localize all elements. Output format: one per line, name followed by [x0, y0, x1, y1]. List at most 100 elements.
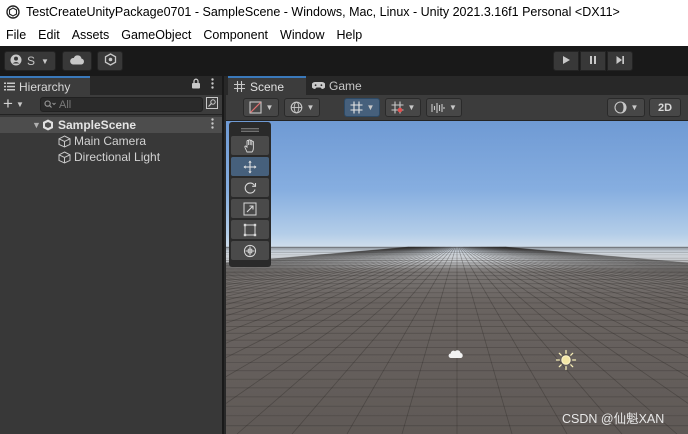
render-options-dropdown[interactable]: ▼	[426, 98, 462, 117]
pause-button[interactable]	[580, 51, 606, 71]
scene-icon	[42, 119, 54, 131]
hand-tool-button[interactable]	[231, 136, 269, 155]
play-button[interactable]	[553, 51, 579, 71]
rotate-icon	[243, 181, 257, 195]
sun-light-icon[interactable]	[555, 349, 577, 374]
hierarchy-search-input[interactable]: All	[40, 97, 203, 112]
grid-snap-dropdown[interactable]: ▼	[344, 98, 380, 117]
main-toolbar: S ▼	[0, 46, 688, 76]
chevron-down-icon: ▼	[366, 103, 375, 112]
increment-snap-dropdown[interactable]: ▼	[385, 98, 421, 117]
watermark-text: CSDN @仙魁XAN	[562, 412, 665, 426]
menu-bar: File Edit Assets GameObject Component Wi…	[0, 24, 688, 46]
search-icon	[44, 100, 56, 109]
tab-scene[interactable]: Scene	[228, 76, 306, 95]
scene-tab-bar: Scene Game	[226, 76, 688, 95]
scene-toolbar: ▼ ▼ ▼ ▼ ▼ ▼ 2D	[226, 95, 688, 121]
menu-assets[interactable]: Assets	[66, 24, 116, 46]
move-arrows-icon	[243, 160, 257, 174]
window-title: TestCreateUnityPackage0701 - SampleScene…	[26, 5, 620, 19]
transform-tool-button[interactable]	[231, 241, 269, 260]
hierarchy-tab-actions	[191, 78, 214, 92]
scale-icon	[243, 202, 257, 216]
audio-levels-icon	[431, 102, 445, 114]
gamepad-icon	[312, 81, 325, 90]
drag-handle-icon[interactable]	[231, 124, 269, 136]
hierarchy-item-main-camera[interactable]: Main Camera	[0, 133, 222, 149]
play-icon	[561, 54, 571, 68]
scene-name: SampleScene	[58, 118, 137, 132]
menu-help[interactable]: Help	[330, 24, 368, 46]
search-filter-icon	[206, 97, 218, 112]
cloud-icon	[69, 54, 85, 68]
hierarchy-tree: ▼ SampleScene Main Camera Directional Li…	[0, 117, 222, 165]
shaded-mode-icon	[248, 101, 262, 114]
globe-icon	[290, 101, 303, 114]
menu-gameobject[interactable]: GameObject	[115, 24, 197, 46]
lock-icon[interactable]	[191, 78, 201, 92]
add-object-button[interactable]: + ▼	[3, 94, 24, 113]
camera-gizmo-icon[interactable]	[448, 348, 464, 363]
lighting-dropdown[interactable]: ▼	[607, 98, 645, 117]
scene-visibility-dropdown[interactable]: ▼	[284, 98, 320, 117]
toggle-2d-button[interactable]: 2D	[649, 98, 681, 117]
step-button[interactable]	[607, 51, 633, 71]
hierarchy-item-label: Main Camera	[74, 134, 147, 148]
chevron-down-icon: ▼	[407, 103, 416, 112]
chevron-down-icon: ▼	[41, 56, 49, 66]
cube-icon	[58, 150, 71, 164]
chevron-down-icon: ▼	[630, 103, 639, 112]
play-controls	[553, 51, 633, 71]
menu-component[interactable]: Component	[197, 24, 274, 46]
rect-tool-button[interactable]	[231, 220, 269, 239]
transform-tool-palette	[229, 122, 271, 267]
rotate-tool-button[interactable]	[231, 178, 269, 197]
search-options-button[interactable]	[205, 97, 219, 112]
menu-edit[interactable]: Edit	[32, 24, 66, 46]
game-tab-label: Game	[329, 78, 362, 93]
hierarchy-panel: Hierarchy + ▼ All ▼ SampleScene Main Cam…	[0, 76, 224, 434]
hierarchy-tab-bar: Hierarchy	[0, 76, 222, 95]
plus-icon: +	[3, 94, 13, 113]
menu-window[interactable]: Window	[274, 24, 330, 46]
cube-icon	[58, 134, 71, 148]
menu-file[interactable]: File	[0, 24, 32, 46]
chevron-down-icon: ▼	[15, 99, 24, 109]
title-bar: TestCreateUnityPackage0701 - SampleScene…	[0, 0, 688, 24]
list-icon	[4, 82, 15, 91]
hierarchy-tab-label: Hierarchy	[19, 79, 71, 94]
grid-icon	[234, 81, 245, 92]
unity-logo-icon	[6, 5, 20, 19]
collab-button[interactable]	[97, 51, 123, 71]
chevron-down-icon: ▼	[265, 103, 274, 112]
pause-icon	[588, 54, 598, 68]
move-tool-button[interactable]	[231, 157, 269, 176]
transform-icon	[243, 244, 257, 258]
draw-mode-dropdown[interactable]: ▼	[243, 98, 279, 117]
ground-grid	[226, 246, 688, 434]
search-placeholder: All	[59, 98, 72, 111]
hand-icon	[243, 138, 257, 153]
account-icon	[10, 54, 22, 69]
account-dropdown[interactable]: S ▼	[4, 51, 56, 71]
rect-transform-icon	[243, 223, 257, 237]
chevron-down-icon: ▼	[306, 103, 315, 112]
expand-arrow-icon[interactable]: ▼	[32, 120, 42, 130]
tab-hierarchy[interactable]: Hierarchy	[0, 76, 90, 95]
step-icon	[615, 54, 625, 68]
hierarchy-item-label: Directional Light	[74, 150, 161, 164]
account-label: S	[27, 54, 36, 68]
chevron-down-icon: ▼	[449, 103, 457, 112]
grid-snap-icon	[350, 101, 363, 114]
scale-tool-button[interactable]	[231, 199, 269, 218]
scene-viewport[interactable]	[226, 121, 688, 434]
cloud-button[interactable]	[62, 51, 92, 71]
scene-row[interactable]: ▼ SampleScene	[0, 117, 222, 133]
scene-panel: Scene Game ▼ ▼ ▼ ▼ ▼ ▼ 2D	[226, 76, 688, 434]
more-options-icon[interactable]	[211, 118, 214, 132]
hierarchy-item-directional-light[interactable]: Directional Light	[0, 149, 222, 165]
tab-game[interactable]: Game	[312, 76, 374, 95]
more-options-icon[interactable]	[211, 78, 214, 92]
snap-grid-icon	[391, 101, 404, 114]
hierarchy-toolbar: + ▼ All	[0, 95, 222, 115]
